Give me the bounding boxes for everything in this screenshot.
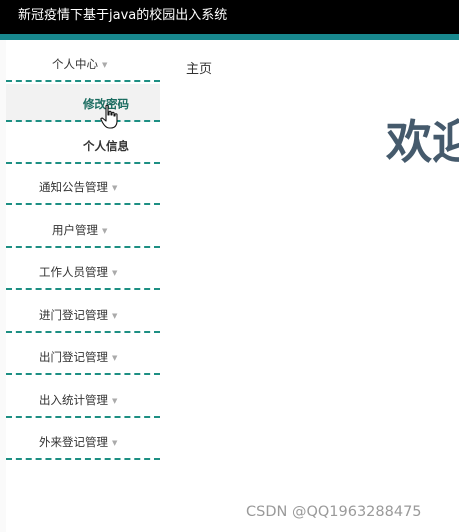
sidebar-item-label: 外来登记管理 xyxy=(39,435,108,449)
app-title: 新冠疫情下基于java的校园出入系统 xyxy=(18,8,228,23)
sidebar-item-access-statistics[interactable]: 出入统计管理 ▼ xyxy=(6,380,160,418)
chevron-down-icon: ▼ xyxy=(112,438,118,447)
chevron-down-icon: ▼ xyxy=(102,60,108,69)
sidebar-item-label: 进门登记管理 xyxy=(39,308,108,322)
sidebar-item-label: 通知公告管理 xyxy=(39,180,108,194)
chevron-down-icon: ▼ xyxy=(112,183,118,192)
sidebar-item-notice-management[interactable]: 通知公告管理 ▼ xyxy=(6,167,160,205)
watermark: CSDN @QQ1963288475 xyxy=(246,504,422,520)
sidebar-item-entry-registration[interactable]: 进门登记管理 ▼ xyxy=(6,295,160,333)
sidebar-subitem-label: 个人信息 xyxy=(83,139,129,153)
chevron-down-icon: ▼ xyxy=(112,396,118,405)
sidebar-item-exit-registration[interactable]: 出门登记管理 ▼ xyxy=(6,337,160,375)
sidebar-item-label: 个人中心 xyxy=(52,57,98,71)
sidebar-item-user-management[interactable]: 用户管理 ▼ xyxy=(6,210,160,248)
hand-cursor-icon xyxy=(100,104,118,129)
sidebar-item-staff-management[interactable]: 工作人员管理 ▼ xyxy=(6,252,160,290)
sidebar-item-visitor-registration[interactable]: 外来登记管理 ▼ xyxy=(6,422,160,460)
sidebar-item-label: 出入统计管理 xyxy=(39,393,108,407)
sidebar-item-label: 出门登记管理 xyxy=(39,350,108,364)
welcome-heading: 欢迎 xyxy=(386,115,459,169)
sidebar-subitem-personal-info[interactable]: 个人信息 xyxy=(6,126,160,164)
sidebar-item-label: 工作人员管理 xyxy=(39,265,108,279)
chevron-down-icon: ▼ xyxy=(112,268,118,277)
sidebar-item-label: 用户管理 xyxy=(52,223,98,237)
sidebar-item-personal-center[interactable]: 个人中心 ▼ xyxy=(6,44,160,82)
chevron-down-icon: ▼ xyxy=(102,226,108,235)
chevron-down-icon: ▼ xyxy=(112,353,118,362)
chevron-down-icon: ▼ xyxy=(112,311,118,320)
top-bar: 新冠疫情下基于java的校园出入系统 xyxy=(0,0,459,40)
tab-home[interactable]: 主页 xyxy=(186,58,212,77)
sidebar-subitem-change-password[interactable]: 修改密码 xyxy=(6,84,160,122)
